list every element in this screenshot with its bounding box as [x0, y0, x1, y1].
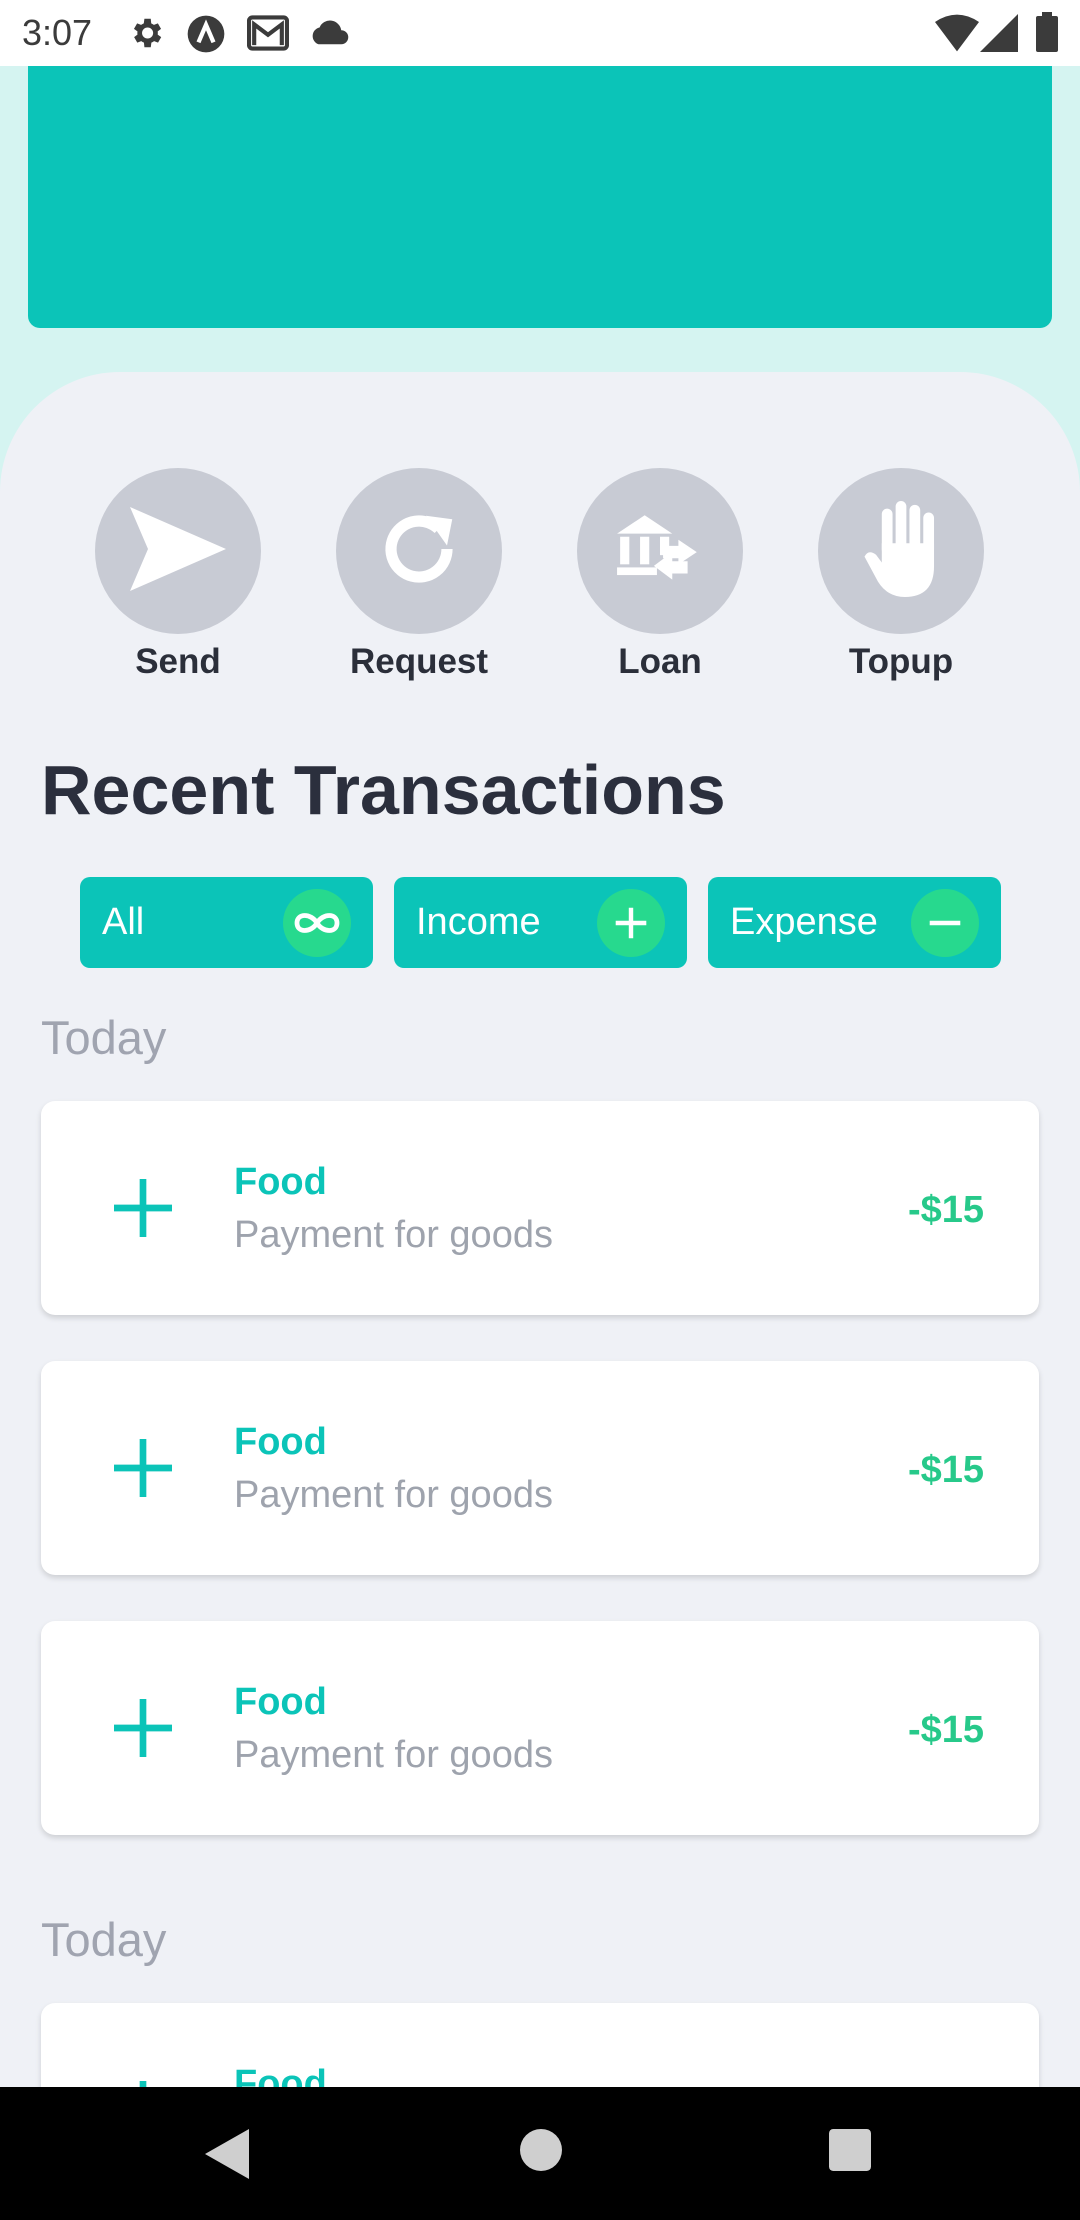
- filter-all[interactable]: All: [80, 877, 373, 968]
- send-icon: [130, 506, 226, 596]
- send-button[interactable]: [95, 468, 261, 634]
- minus-icon: [911, 889, 979, 957]
- transaction-amount: -$15: [907, 1709, 984, 1751]
- status-bar: 3:07: [0, 0, 1080, 66]
- filter-expense-label: Expense: [730, 901, 878, 943]
- plus-icon: [114, 1179, 172, 1242]
- filter-all-label: All: [102, 901, 145, 943]
- day-label: Today: [41, 1913, 167, 1966]
- transaction-description: Payment for goods: [234, 1474, 553, 1516]
- status-time: 3:07: [22, 12, 93, 53]
- plus-icon: [114, 1439, 172, 1502]
- filter-expense[interactable]: Expense: [708, 877, 1001, 968]
- transaction-card[interactable]: Food Payment for goods -$15: [41, 1621, 1039, 1835]
- topup-button[interactable]: [818, 468, 984, 634]
- send-label: Send: [135, 642, 221, 681]
- system-nav-bar: [0, 2087, 1080, 2220]
- section-title: Recent Transactions: [41, 751, 726, 829]
- refresh-icon: [377, 507, 461, 596]
- topup-action[interactable]: Topup: [801, 468, 1001, 682]
- signal-icon: [980, 14, 1018, 57]
- loan-action[interactable]: Loan: [560, 468, 760, 682]
- transaction-description: Payment for goods: [234, 1734, 553, 1776]
- recents-icon[interactable]: [829, 2129, 871, 2176]
- cloud-icon: [308, 14, 350, 55]
- loan-label: Loan: [618, 642, 702, 681]
- topup-label: Topup: [848, 642, 954, 681]
- day-label: Today: [41, 1011, 167, 1064]
- balance-card: [28, 66, 1052, 328]
- plus-icon: [597, 889, 665, 957]
- bank-transfer-icon: [614, 511, 706, 592]
- home-icon[interactable]: [520, 2129, 562, 2176]
- hand-icon: [862, 500, 940, 602]
- transaction-amount: -$15: [907, 1189, 984, 1231]
- send-action[interactable]: Send: [78, 468, 278, 682]
- gmail-icon: [246, 14, 290, 57]
- infinity-icon: [283, 889, 351, 957]
- filter-income-label: Income: [416, 901, 541, 943]
- main-panel: Send Request Loan Topup Recent Transacti…: [0, 372, 1080, 2220]
- transaction-category: Food: [234, 1681, 327, 1723]
- transaction-card[interactable]: Food Payment for goods -$15: [41, 1101, 1039, 1315]
- filter-income[interactable]: Income: [394, 877, 687, 968]
- gear-icon: [127, 14, 165, 57]
- transaction-amount: -$15: [907, 1449, 984, 1491]
- request-label: Request: [349, 642, 489, 681]
- request-button[interactable]: [336, 468, 502, 634]
- transaction-category: Food: [234, 1421, 327, 1463]
- battery-icon: [1036, 12, 1058, 57]
- transaction-card[interactable]: Food Payment for goods -$15: [41, 1361, 1039, 1575]
- a-badge-icon: [186, 14, 226, 59]
- back-icon[interactable]: [205, 2129, 249, 2184]
- plus-icon: [114, 1699, 172, 1762]
- transaction-category: Food: [234, 1161, 327, 1203]
- transaction-description: Payment for goods: [234, 1214, 553, 1256]
- wifi-icon: [935, 14, 979, 57]
- request-action[interactable]: Request: [319, 468, 519, 682]
- loan-button[interactable]: [577, 468, 743, 634]
